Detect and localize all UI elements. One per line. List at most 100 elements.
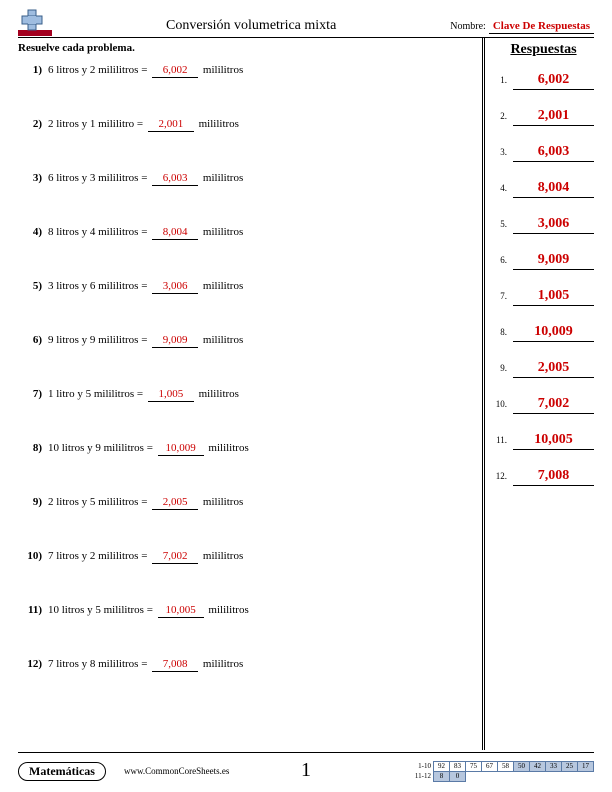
answer-row: 12. 7,008 <box>493 468 594 486</box>
problem-number: 8) <box>24 442 48 454</box>
answer-number: 9. <box>493 363 509 373</box>
answer-number: 11. <box>493 435 509 445</box>
name-value: Clave De Respuestas <box>489 20 594 34</box>
answer-value: 10,009 <box>513 324 594 342</box>
problem-number: 4) <box>24 226 48 238</box>
answer-blank: 6,003 <box>152 172 198 186</box>
header: Conversión volumetrica mixta Nombre: Cla… <box>18 8 594 36</box>
name-field: Nombre: Clave De Respuestas <box>450 20 594 36</box>
problem-row: 12)7 litros y 8 mililitros = 7,008 milil… <box>18 658 476 672</box>
problem-number: 7) <box>24 388 48 400</box>
answer-row: 6. 9,009 <box>493 252 594 270</box>
grid-cell: 42 <box>530 761 546 771</box>
problem-row: 6)9 litros y 9 mililitros = 9,009 milili… <box>18 334 476 348</box>
answer-value: 7,008 <box>513 468 594 486</box>
answer-value: 6,002 <box>513 72 594 90</box>
problem-text: 7 litros y 2 mililitros = 7,002 mililitr… <box>48 550 243 564</box>
problem-number: 2) <box>24 118 48 130</box>
answer-number: 2. <box>493 111 509 121</box>
answer-blank: 8,004 <box>152 226 198 240</box>
grid-label: 1-10 <box>412 761 434 771</box>
grid-cell: 25 <box>562 761 578 771</box>
worksheet-title: Conversión volumetrica mixta <box>52 18 450 36</box>
answer-blank: 3,006 <box>152 280 198 294</box>
answer-row: 4. 8,004 <box>493 180 594 198</box>
answer-blank: 7,002 <box>152 550 198 564</box>
problem-row: 11)10 litros y 5 mililitros = 10,005 mil… <box>18 604 476 618</box>
answer-value: 3,006 <box>513 216 594 234</box>
answer-blank: 10,005 <box>158 604 204 618</box>
answer-value: 1,005 <box>513 288 594 306</box>
problem-text: 9 litros y 9 mililitros = 9,009 mililitr… <box>48 334 243 348</box>
answer-value: 7,002 <box>513 396 594 414</box>
problem-row: 7)1 litro y 5 mililitros = 1,005 mililit… <box>18 388 476 402</box>
answer-number: 6. <box>493 255 509 265</box>
problem-text: 6 litros y 2 mililitros = 6,002 mililitr… <box>48 64 243 78</box>
problem-text: 2 litros y 1 mililitro = 2,001 mililitro… <box>48 118 239 132</box>
problem-row: 1)6 litros y 2 mililitros = 6,002 milili… <box>18 64 476 78</box>
answers-header: Respuestas <box>493 42 594 58</box>
answer-number: 8. <box>493 327 509 337</box>
grid-cell: 50 <box>514 761 530 771</box>
answer-row: 2.2,001 <box>493 108 594 126</box>
footer-url: www.CommonCoreSheets.es <box>124 766 229 776</box>
problems-column: Resuelve cada problema. 1)6 litros y 2 m… <box>18 38 482 750</box>
problem-text: 7 litros y 8 mililitros = 7,008 mililitr… <box>48 658 243 672</box>
grid-cell: 33 <box>546 761 562 771</box>
answer-value: 2,005 <box>513 360 594 378</box>
problem-number: 11) <box>24 604 48 616</box>
instruction-text: Resuelve cada problema. <box>18 42 476 54</box>
problem-number: 1) <box>24 64 48 76</box>
problem-text: 10 litros y 5 mililitros = 10,005 milili… <box>48 604 249 618</box>
content-area: Resuelve cada problema. 1)6 litros y 2 m… <box>18 38 594 750</box>
answer-blank: 2,001 <box>148 118 194 132</box>
footer: Matemáticas www.CommonCoreSheets.es 1 1-… <box>18 752 594 786</box>
answer-number: 10. <box>493 399 509 409</box>
answer-row: 10. 7,002 <box>493 396 594 414</box>
problem-number: 12) <box>24 658 48 670</box>
problem-text: 1 litro y 5 mililitros = 1,005 mililitro… <box>48 388 239 402</box>
problem-row: 4)8 litros y 4 mililitros = 8,004 milili… <box>18 226 476 240</box>
worksheet-page: Conversión volumetrica mixta Nombre: Cla… <box>0 0 612 792</box>
grid-cell: 83 <box>450 761 466 771</box>
answer-value: 8,004 <box>513 180 594 198</box>
problem-number: 3) <box>24 172 48 184</box>
answer-number: 3. <box>493 147 509 157</box>
answer-number: 7. <box>493 291 509 301</box>
problem-text: 2 litros y 5 mililitros = 2,005 mililitr… <box>48 496 243 510</box>
answer-blank: 1,005 <box>148 388 194 402</box>
answer-row: 8. 10,009 <box>493 324 594 342</box>
answer-row: 3.6,003 <box>493 144 594 162</box>
problem-text: 3 litros y 6 mililitros = 3,006 mililitr… <box>48 280 243 294</box>
problem-row: 3)6 litros y 3 mililitros = 6,003 milili… <box>18 172 476 186</box>
answer-value: 9,009 <box>513 252 594 270</box>
answer-number: 5. <box>493 219 509 229</box>
answer-number: 1. <box>493 75 509 85</box>
problem-text: 6 litros y 3 mililitros = 6,003 mililitr… <box>48 172 243 186</box>
plus-logo-icon <box>18 8 52 36</box>
grid-cell: 67 <box>482 761 498 771</box>
problem-row: 8)10 litros y 9 mililitros = 10,009 mili… <box>18 442 476 456</box>
answer-value: 10,005 <box>513 432 594 450</box>
answer-blank: 6,002 <box>152 64 198 78</box>
grid-cell: 0 <box>450 771 466 781</box>
answer-row: 5. 3,006 <box>493 216 594 234</box>
problem-row: 10)7 litros y 2 mililitros = 7,002 milil… <box>18 550 476 564</box>
answer-number: 4. <box>493 183 509 193</box>
problem-row: 5)3 litros y 6 mililitros = 3,006 milili… <box>18 280 476 294</box>
answers-column: Respuestas 1. 6,002 2.2,001 3.6,003 4. 8,004 5… <box>482 38 594 750</box>
problem-row: 9)2 litros y 5 mililitros = 2,005 milili… <box>18 496 476 510</box>
score-grid: 1-1092837567585042332517 11-1280 <box>412 761 595 782</box>
answer-blank: 2,005 <box>152 496 198 510</box>
answer-row: 11. 10,005 <box>493 432 594 450</box>
answer-blank: 10,009 <box>158 442 204 456</box>
answer-row: 1. 6,002 <box>493 72 594 90</box>
grid-cell: 17 <box>578 761 594 771</box>
answer-number: 12. <box>493 471 509 481</box>
answer-row: 9. 2,005 <box>493 360 594 378</box>
grid-label: 11-12 <box>412 771 434 781</box>
problem-number: 10) <box>24 550 48 562</box>
subject-badge: Matemáticas <box>18 762 106 781</box>
problem-text: 8 litros y 4 mililitros = 8,004 mililitr… <box>48 226 243 240</box>
problem-row: 2)2 litros y 1 mililitro = 2,001 mililit… <box>18 118 476 132</box>
